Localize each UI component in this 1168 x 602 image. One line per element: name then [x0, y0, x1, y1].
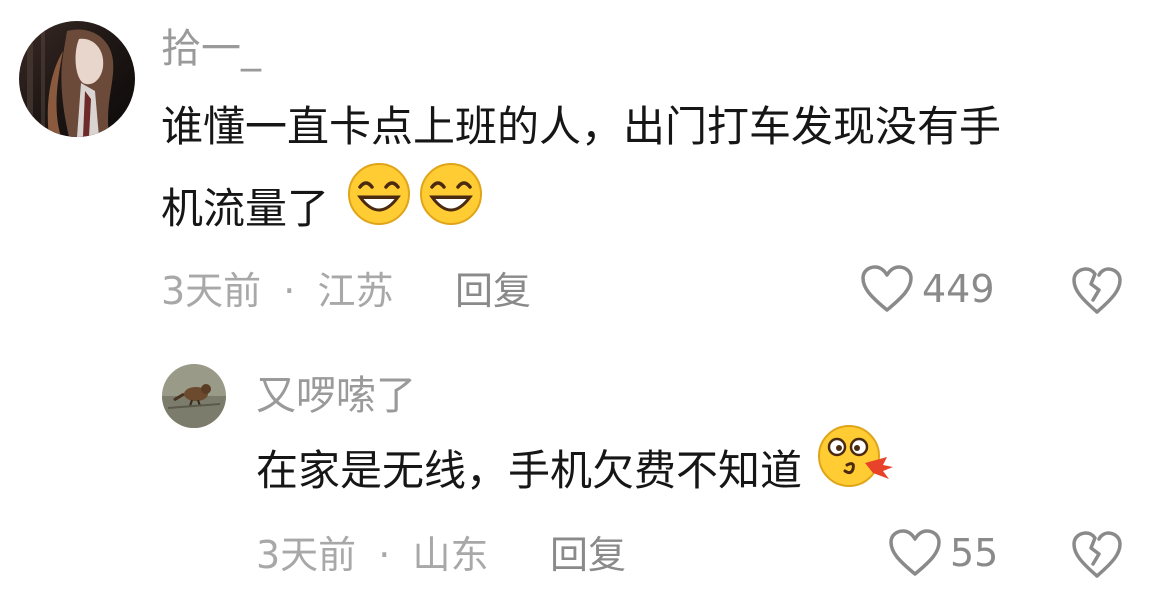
reply-comment-item: 又啰嗦了 在家是无线，手机欠费不知道 3天前 · 山东 回复 55 — [0, 340, 1168, 602]
comment-text: 机流量了 — [161, 184, 330, 233]
comment-location: 山东 — [412, 533, 489, 577]
heart-icon — [861, 265, 913, 312]
comment-text-line: 谁懂一直卡点上班的人，出门打车发现没有手 — [161, 86, 1001, 168]
comment-time: 3天前 — [256, 533, 357, 577]
reply-button[interactable]: 回复 — [455, 268, 531, 314]
avatar-image — [162, 364, 226, 428]
comment-item: 拾一_ 谁懂一直卡点上班的人，出门打车发现没有手 机流量了 3天前 · 江苏 回… — [0, 0, 1168, 340]
comment-text: 谁懂一直卡点上班的人，出门打车发现没有手 — [161, 102, 1002, 151]
username[interactable]: 拾一_ — [161, 25, 261, 73]
comment-meta: 3天前 · 江苏 — [161, 268, 393, 314]
like-count: 449 — [922, 267, 995, 311]
username[interactable]: 又啰嗦了 — [256, 372, 416, 420]
spitting-emoji-icon — [817, 423, 895, 516]
meta-separator: · — [378, 533, 391, 577]
comment-time: 3天前 — [161, 269, 262, 313]
avatar[interactable] — [19, 21, 135, 137]
meta-separator: · — [283, 269, 296, 313]
grinning-emoji-icon — [418, 161, 484, 254]
like-count: 55 — [950, 531, 999, 575]
comment-meta: 3天前 · 山东 — [256, 532, 488, 578]
like-button[interactable]: 449 — [860, 264, 995, 314]
avatar-image — [19, 21, 135, 137]
comment-text: 在家是无线，手机欠费不知道 — [256, 446, 803, 495]
reply-button[interactable]: 回复 — [550, 532, 626, 578]
comment-text-line: 机流量了 — [161, 163, 484, 254]
dislike-button[interactable] — [1071, 530, 1123, 584]
like-button[interactable]: 55 — [888, 528, 998, 578]
comment-text-line: 在家是无线，手机欠费不知道 — [256, 425, 895, 516]
dislike-button[interactable] — [1071, 266, 1123, 320]
heart-icon — [889, 529, 941, 576]
broken-heart-icon — [1072, 531, 1122, 578]
broken-heart-icon — [1072, 267, 1122, 314]
comment-location: 江苏 — [317, 269, 394, 313]
grinning-emoji-icon — [346, 161, 412, 254]
avatar[interactable] — [162, 364, 226, 428]
